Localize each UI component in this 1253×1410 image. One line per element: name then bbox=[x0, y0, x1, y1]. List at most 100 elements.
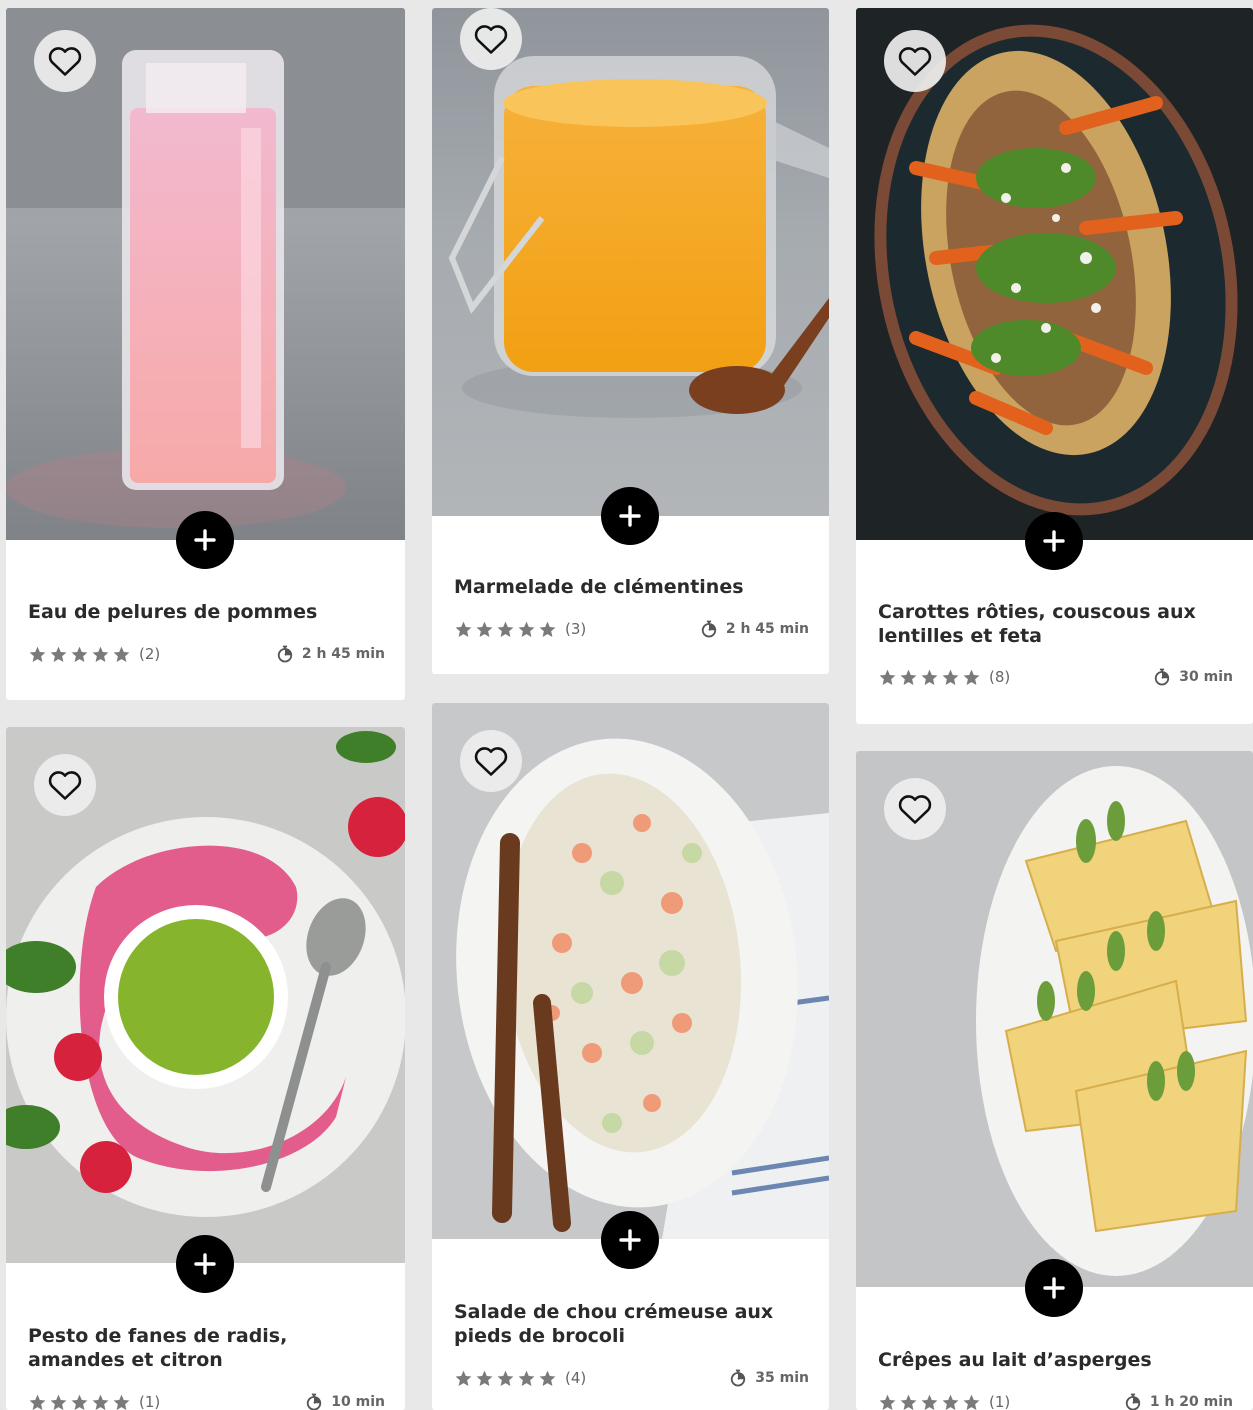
star-icon bbox=[963, 1394, 980, 1410]
recipe-card[interactable]: Eau de pelures de pommes (2) 2 h 45 min bbox=[6, 8, 405, 700]
plus-icon bbox=[1043, 1277, 1065, 1299]
prep-time-value: 30 min bbox=[1179, 669, 1233, 685]
rating-count: (1) bbox=[989, 1393, 1011, 1410]
rating-count: (3) bbox=[565, 620, 587, 638]
recipe-card[interactable]: Marmelade de clémentines (3) 2 h 45 min bbox=[432, 8, 829, 674]
add-button[interactable] bbox=[601, 487, 659, 545]
favorite-button[interactable] bbox=[460, 8, 522, 70]
prep-time-value: 2 h 45 min bbox=[301, 646, 385, 662]
stopwatch-icon bbox=[1125, 1393, 1140, 1410]
star-icon bbox=[921, 669, 938, 685]
rating: (2) bbox=[28, 645, 160, 664]
recipe-meta: (2) 2 h 45 min bbox=[28, 642, 385, 666]
star-icon bbox=[879, 1394, 896, 1410]
prep-time: 10 min bbox=[304, 1392, 385, 1410]
stopwatch-icon bbox=[307, 1393, 322, 1410]
heart-outline-icon bbox=[474, 747, 508, 776]
star-icon bbox=[518, 1370, 535, 1386]
rating: (8) bbox=[878, 668, 1010, 687]
star-icon bbox=[900, 1394, 917, 1410]
prep-time: 30 min bbox=[1152, 667, 1233, 687]
star-icon bbox=[29, 646, 46, 662]
plus-icon bbox=[619, 1229, 641, 1251]
plus-icon bbox=[194, 1253, 216, 1275]
star-icon bbox=[71, 646, 88, 662]
rating: (3) bbox=[454, 620, 586, 639]
recipe-card[interactable]: Salade de chou crémeuse aux pieds de bro… bbox=[432, 703, 829, 1410]
plus-icon bbox=[619, 505, 641, 527]
stopwatch-icon bbox=[277, 645, 292, 663]
star-icon bbox=[879, 669, 896, 685]
heart-outline-icon bbox=[48, 771, 82, 800]
prep-time: 2 h 45 min bbox=[275, 644, 385, 664]
star-icon bbox=[497, 621, 514, 637]
prep-time-value: 10 min bbox=[331, 1394, 385, 1410]
recipe-photo-marmalade-jar[interactable] bbox=[432, 8, 829, 516]
star-icon bbox=[963, 669, 980, 685]
star-icon bbox=[92, 646, 109, 662]
rating: (4) bbox=[454, 1369, 586, 1388]
prep-time: 2 h 45 min bbox=[699, 619, 809, 639]
star-icon bbox=[476, 621, 493, 637]
recipe-card[interactable]: Carottes rôties, couscous aux lentilles … bbox=[856, 8, 1253, 724]
recipe-title[interactable]: Pesto de fanes de radis, amandes et citr… bbox=[28, 1324, 385, 1372]
recipe-card[interactable]: Crêpes au lait d’asperges (1) 1 h 20 min bbox=[856, 751, 1253, 1410]
add-button[interactable] bbox=[176, 511, 234, 569]
star-icon bbox=[50, 646, 67, 662]
recipe-title[interactable]: Carottes rôties, couscous aux lentilles … bbox=[878, 600, 1233, 648]
favorite-button[interactable] bbox=[34, 754, 96, 816]
rating: (1) bbox=[878, 1393, 1010, 1410]
star-icon bbox=[942, 669, 959, 685]
favorite-button[interactable] bbox=[884, 778, 946, 840]
add-button[interactable] bbox=[1025, 1259, 1083, 1317]
rating-count: (2) bbox=[139, 645, 161, 663]
favorite-button[interactable] bbox=[34, 30, 96, 92]
star-icon bbox=[455, 621, 472, 637]
recipe-meta: (1) 1 h 20 min bbox=[878, 1390, 1233, 1410]
star-icon bbox=[113, 646, 130, 662]
star-icon bbox=[942, 1394, 959, 1410]
star-icon bbox=[92, 1394, 109, 1410]
add-button[interactable] bbox=[1025, 512, 1083, 570]
recipe-meta: (3) 2 h 45 min bbox=[454, 617, 809, 641]
heart-outline-icon bbox=[474, 25, 508, 54]
recipe-title[interactable]: Crêpes au lait d’asperges bbox=[878, 1348, 1233, 1372]
star-icon bbox=[29, 1394, 46, 1410]
star-icon bbox=[113, 1394, 130, 1410]
prep-time: 1 h 20 min bbox=[1123, 1392, 1233, 1410]
favorite-button[interactable] bbox=[884, 30, 946, 92]
recipe-title[interactable]: Eau de pelures de pommes bbox=[28, 600, 385, 624]
star-icon bbox=[50, 1394, 67, 1410]
rating-count: (4) bbox=[565, 1369, 587, 1387]
favorite-button[interactable] bbox=[460, 730, 522, 792]
prep-time-value: 35 min bbox=[755, 1370, 809, 1386]
recipe-meta: (4) 35 min bbox=[454, 1366, 809, 1390]
stopwatch-icon bbox=[1155, 668, 1170, 686]
star-icon bbox=[71, 1394, 88, 1410]
heart-outline-icon bbox=[898, 795, 932, 824]
rating: (1) bbox=[28, 1393, 160, 1410]
star-icon bbox=[900, 669, 917, 685]
recipe-meta: (8) 30 min bbox=[878, 665, 1233, 689]
prep-time-value: 2 h 45 min bbox=[725, 621, 809, 637]
star-icon bbox=[455, 1370, 472, 1386]
plus-icon bbox=[194, 529, 216, 551]
recipe-title[interactable]: Marmelade de clémentines bbox=[454, 575, 809, 599]
stopwatch-icon bbox=[731, 1369, 746, 1387]
star-icon bbox=[497, 1370, 514, 1386]
recipe-card[interactable]: Pesto de fanes de radis, amandes et citr… bbox=[6, 727, 405, 1410]
plus-icon bbox=[1043, 530, 1065, 552]
stopwatch-icon bbox=[701, 620, 716, 638]
star-icon bbox=[476, 1370, 493, 1386]
star-icon bbox=[518, 621, 535, 637]
star-icon bbox=[539, 621, 556, 637]
star-icon bbox=[539, 1370, 556, 1386]
prep-time: 35 min bbox=[728, 1368, 809, 1388]
add-button[interactable] bbox=[601, 1211, 659, 1269]
rating-count: (8) bbox=[989, 668, 1011, 686]
recipe-title[interactable]: Salade de chou crémeuse aux pieds de bro… bbox=[454, 1300, 809, 1348]
add-button[interactable] bbox=[176, 1235, 234, 1293]
star-icon bbox=[921, 1394, 938, 1410]
prep-time-value: 1 h 20 min bbox=[1149, 1394, 1233, 1410]
recipe-meta: (1) 10 min bbox=[28, 1390, 385, 1410]
